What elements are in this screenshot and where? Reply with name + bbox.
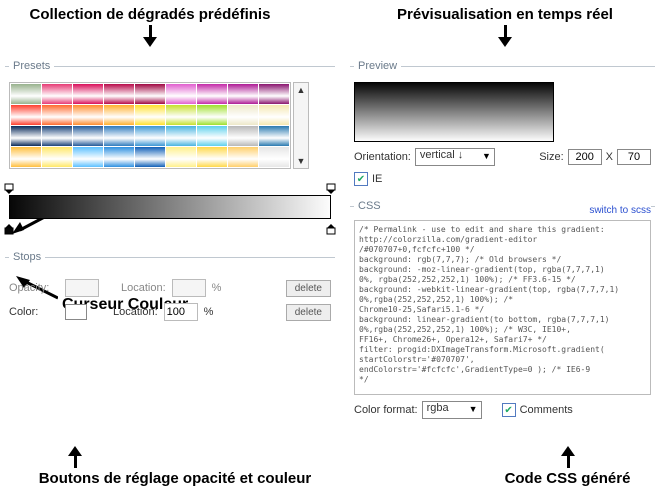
preset-swatch[interactable] [197, 105, 227, 125]
color-stop-handle[interactable] [4, 223, 14, 235]
size-label: Size: [539, 151, 563, 163]
size-x: X [606, 151, 613, 163]
preset-swatch[interactable] [228, 105, 258, 125]
gradient-bar[interactable] [9, 195, 331, 219]
preset-swatch[interactable] [228, 147, 258, 167]
preset-swatch[interactable] [259, 126, 289, 146]
scroll-down-icon[interactable]: ▼ [297, 154, 306, 168]
preset-swatch[interactable] [73, 147, 103, 167]
preset-swatch[interactable] [259, 105, 289, 125]
arrow-down-icon [140, 25, 160, 47]
preset-swatch[interactable] [11, 105, 41, 125]
location-label: Location: [113, 306, 158, 318]
opacity-label: Opacity: [9, 282, 59, 294]
annotation-css: Code CSS généré [480, 446, 655, 487]
preset-swatch[interactable] [42, 126, 72, 146]
delete-color-button[interactable]: delete [286, 304, 331, 321]
presets-legend: Presets [9, 60, 54, 72]
color-stop-handle[interactable] [326, 223, 336, 235]
arrow-up-icon [65, 446, 85, 468]
preview-panel: Preview Orientation: vertical ↓ Size: X … [350, 60, 655, 190]
preset-scrollbar[interactable]: ▲ ▼ [293, 82, 309, 169]
preset-swatch[interactable] [104, 84, 134, 104]
comments-checkbox[interactable] [502, 403, 516, 417]
ie-label: IE [372, 173, 382, 185]
orientation-select[interactable]: vertical ↓ [415, 148, 495, 166]
color-chip[interactable] [65, 304, 87, 320]
opacity-stop-handle[interactable] [326, 183, 336, 195]
delete-opacity-button[interactable]: delete [286, 280, 331, 297]
css-panel: CSS switch to scss /* Permalink - use to… [350, 200, 655, 423]
orientation-label: Orientation: [354, 151, 411, 163]
preset-swatch[interactable] [104, 147, 134, 167]
preset-swatch[interactable] [11, 126, 41, 146]
preset-swatch[interactable] [166, 105, 196, 125]
stops-panel: Stops Opacity: Location: % delete Color:… [5, 251, 335, 331]
stops-legend: Stops [9, 251, 45, 263]
annotation-controls: Boutons de réglage opacité et couleur [5, 446, 345, 487]
size-height-input[interactable] [617, 149, 651, 165]
opacity-stop-handle[interactable] [4, 183, 14, 195]
preview-box [354, 82, 554, 142]
gradient-editor [9, 195, 331, 223]
preset-swatch[interactable] [135, 147, 165, 167]
preset-swatch[interactable] [11, 147, 41, 167]
preset-swatch[interactable] [73, 126, 103, 146]
opacity-input[interactable] [65, 279, 99, 297]
arrow-up-icon [558, 446, 578, 468]
percent-symbol: % [212, 282, 222, 294]
annotation-preview: Prévisualisation en temps réel [355, 6, 655, 47]
preset-swatch[interactable] [166, 147, 196, 167]
preset-swatch[interactable] [259, 84, 289, 104]
preset-swatch[interactable] [197, 126, 227, 146]
preset-swatch[interactable] [104, 126, 134, 146]
color-label: Color: [9, 306, 59, 318]
preset-swatch[interactable] [104, 105, 134, 125]
preset-swatch[interactable] [197, 84, 227, 104]
preset-swatch[interactable] [197, 147, 227, 167]
preset-swatch[interactable] [228, 126, 258, 146]
preset-swatch[interactable] [42, 84, 72, 104]
opacity-location-input[interactable] [172, 279, 206, 297]
color-location-input[interactable] [164, 303, 198, 321]
arrow-down-icon [495, 25, 515, 47]
size-width-input[interactable] [568, 149, 602, 165]
location-label: Location: [121, 282, 166, 294]
color-format-label: Color format: [354, 404, 418, 416]
comments-label: Comments [520, 404, 573, 416]
preset-swatch[interactable] [42, 105, 72, 125]
preset-grid [9, 82, 291, 169]
presets-panel: Presets ▲ ▼ [5, 60, 335, 173]
preset-swatch[interactable] [166, 84, 196, 104]
preset-swatch[interactable] [166, 126, 196, 146]
switch-to-scss-link[interactable]: switch to scss [589, 205, 651, 216]
preset-swatch[interactable] [73, 105, 103, 125]
scroll-up-icon[interactable]: ▲ [297, 83, 306, 97]
preset-swatch[interactable] [135, 84, 165, 104]
color-format-select[interactable]: rgba [422, 401, 482, 419]
ie-checkbox[interactable] [354, 172, 368, 186]
preset-swatch[interactable] [135, 126, 165, 146]
preset-swatch[interactable] [135, 105, 165, 125]
preset-swatch[interactable] [11, 84, 41, 104]
preset-swatch[interactable] [259, 147, 289, 167]
css-output[interactable]: /* Permalink - use to edit and share thi… [354, 220, 651, 395]
percent-symbol: % [204, 306, 214, 318]
preset-swatch[interactable] [42, 147, 72, 167]
preset-swatch[interactable] [228, 84, 258, 104]
preview-legend: Preview [354, 60, 401, 72]
annotation-presets: Collection de dégradés prédéfinis [5, 6, 295, 47]
preset-swatch[interactable] [73, 84, 103, 104]
